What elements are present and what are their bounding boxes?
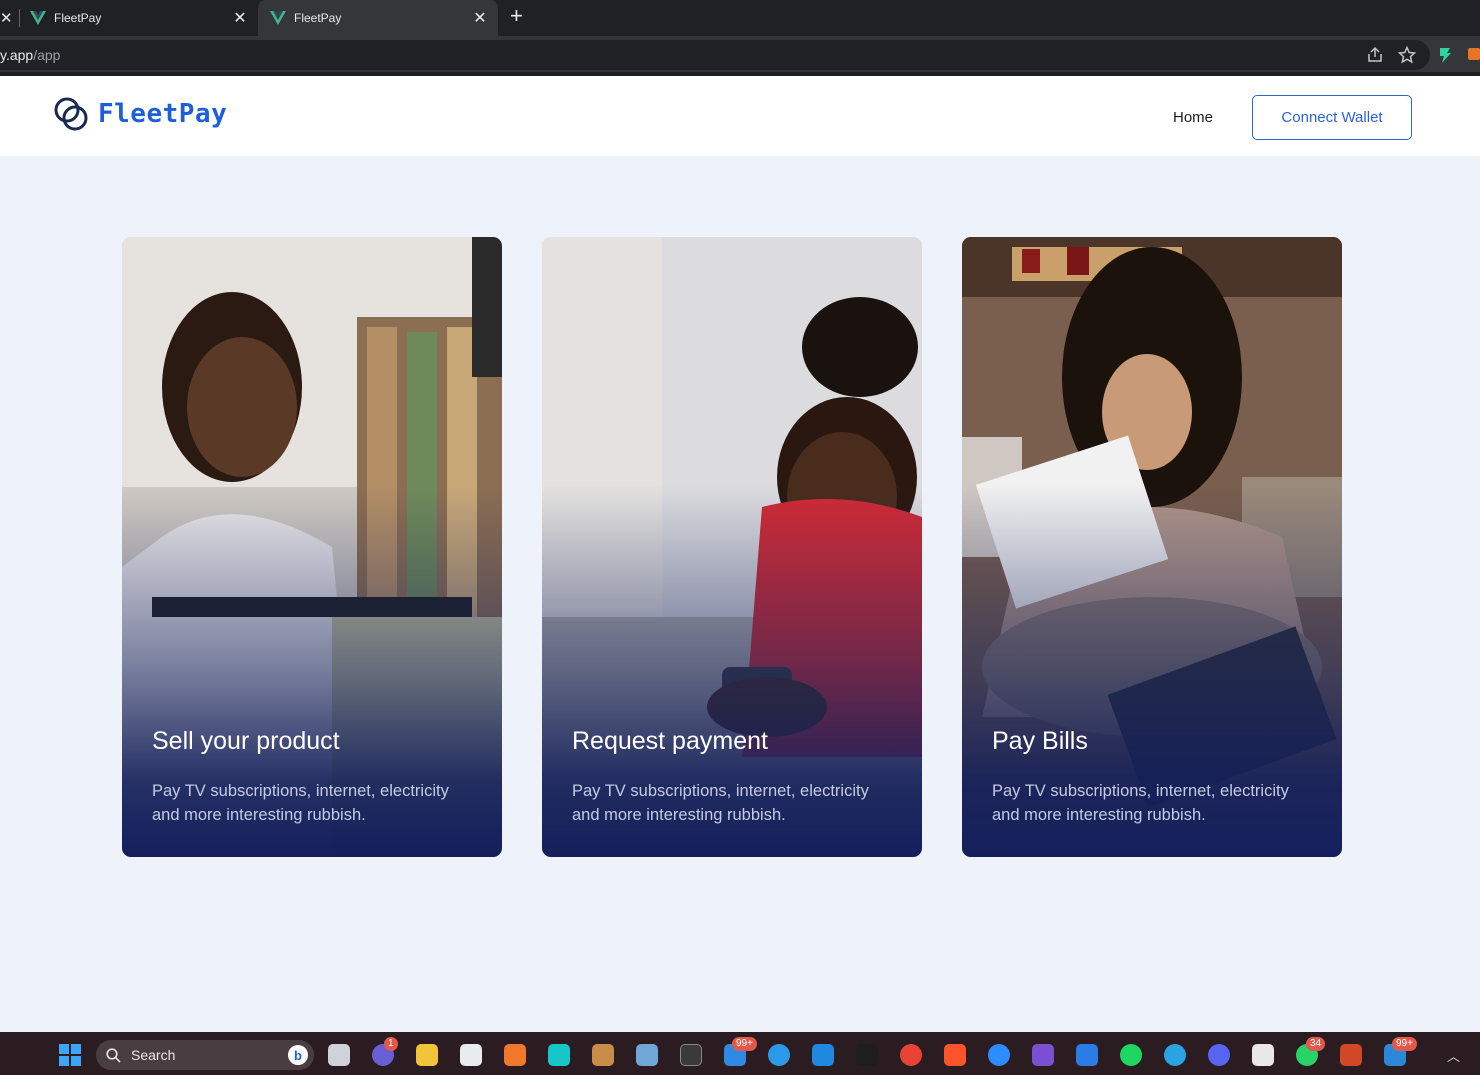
nav-home-link[interactable]: Home <box>1173 109 1213 126</box>
address-bar: y.app/app <box>0 36 1480 76</box>
powerpoint-icon[interactable] <box>1340 1044 1362 1066</box>
app-badge: 99+ <box>1392 1037 1417 1051</box>
cube-app-icon[interactable] <box>548 1044 570 1066</box>
todo-icon[interactable] <box>1076 1044 1098 1066</box>
mail-badge: 99+ <box>732 1037 757 1051</box>
xampp-icon[interactable] <box>504 1044 526 1066</box>
address-bar-icons <box>1366 46 1416 64</box>
extension-icon-2[interactable] <box>1468 46 1480 62</box>
video-editor-icon[interactable] <box>1032 1044 1054 1066</box>
card-title: Request payment <box>572 727 768 755</box>
spotify-icon[interactable] <box>1120 1044 1142 1066</box>
chevron-up-icon[interactable]: ︿ <box>1447 1046 1460 1065</box>
extension-icon[interactable] <box>1437 46 1453 64</box>
chrome-icon[interactable] <box>900 1044 922 1066</box>
bing-icon[interactable]: b <box>288 1045 308 1065</box>
vue-icon <box>30 11 46 25</box>
teams-badge: 1 <box>384 1037 398 1051</box>
brave-icon[interactable] <box>944 1044 966 1066</box>
tab-title: FleetPay <box>294 11 342 25</box>
task-view-icon[interactable] <box>328 1044 350 1066</box>
browser-tab-1[interactable]: FleetPay ✕ <box>18 0 258 36</box>
figma-icon[interactable] <box>856 1044 878 1066</box>
card-description: Pay TV subscriptions, internet, electric… <box>152 782 449 824</box>
windows-taskbar: Search b 1 99+ 34 99+ ︿ <box>0 1032 1480 1075</box>
card-description: Pay TV subscriptions, internet, electric… <box>572 782 869 824</box>
taskbar-search[interactable]: Search b <box>96 1040 314 1070</box>
zoom-icon[interactable] <box>988 1044 1010 1066</box>
card-gradient-overlay <box>962 237 1342 857</box>
tab-title: FleetPay <box>54 11 102 25</box>
telegram-icon[interactable] <box>1164 1044 1186 1066</box>
remote-desktop-icon[interactable] <box>636 1044 658 1066</box>
vue-icon <box>270 11 286 25</box>
card-description: Pay TV subscriptions, internet, electric… <box>992 782 1289 824</box>
card-gradient-overlay <box>122 237 502 857</box>
discord-icon[interactable] <box>1208 1044 1230 1066</box>
pay-bills-card[interactable]: Pay Bills Pay TV subscriptions, internet… <box>962 237 1342 857</box>
bookmark-star-icon[interactable] <box>1398 46 1416 64</box>
vscode-icon[interactable] <box>812 1044 834 1066</box>
app-header: FleetPay Home Connect Wallet <box>0 76 1480 156</box>
close-icon[interactable]: ✕ <box>232 8 248 28</box>
brand-logo[interactable]: FleetPay <box>52 95 227 133</box>
request-payment-card[interactable]: Request payment Pay TV subscriptions, in… <box>542 237 922 857</box>
card-title: Sell your product <box>152 727 340 755</box>
card-title: Pay Bills <box>992 727 1088 755</box>
search-icon <box>106 1047 121 1063</box>
close-tab-icon[interactable]: ✕ <box>0 9 13 27</box>
docker-icon[interactable] <box>768 1044 790 1066</box>
browser-tab-2[interactable]: FleetPay ✕ <box>258 0 498 36</box>
store-icon[interactable] <box>460 1044 482 1066</box>
slack-icon[interactable] <box>1252 1044 1274 1066</box>
box-app-icon[interactable] <box>592 1044 614 1066</box>
brand-name: FleetPay <box>98 99 228 129</box>
search-label: Search <box>131 1047 176 1063</box>
fleetpay-logo-icon <box>54 97 88 131</box>
browser-tab-bar: ✕ FleetPay ✕ FleetPay ✕ + <box>0 0 1480 36</box>
url-text: y.app/app <box>0 47 61 63</box>
url-field[interactable]: y.app/app <box>0 40 1430 70</box>
sell-product-card[interactable]: Sell your product Pay TV subscriptions, … <box>122 237 502 857</box>
windows-start-icon[interactable] <box>59 1044 81 1066</box>
new-tab-button[interactable]: + <box>510 5 523 27</box>
close-icon[interactable]: ✕ <box>472 8 488 28</box>
terminal-icon[interactable] <box>680 1044 702 1066</box>
file-explorer-icon[interactable] <box>416 1044 438 1066</box>
whatsapp-badge: 34 <box>1306 1037 1326 1051</box>
share-icon[interactable] <box>1366 46 1384 64</box>
card-gradient-overlay <box>542 237 922 857</box>
connect-wallet-button[interactable]: Connect Wallet <box>1252 95 1412 140</box>
